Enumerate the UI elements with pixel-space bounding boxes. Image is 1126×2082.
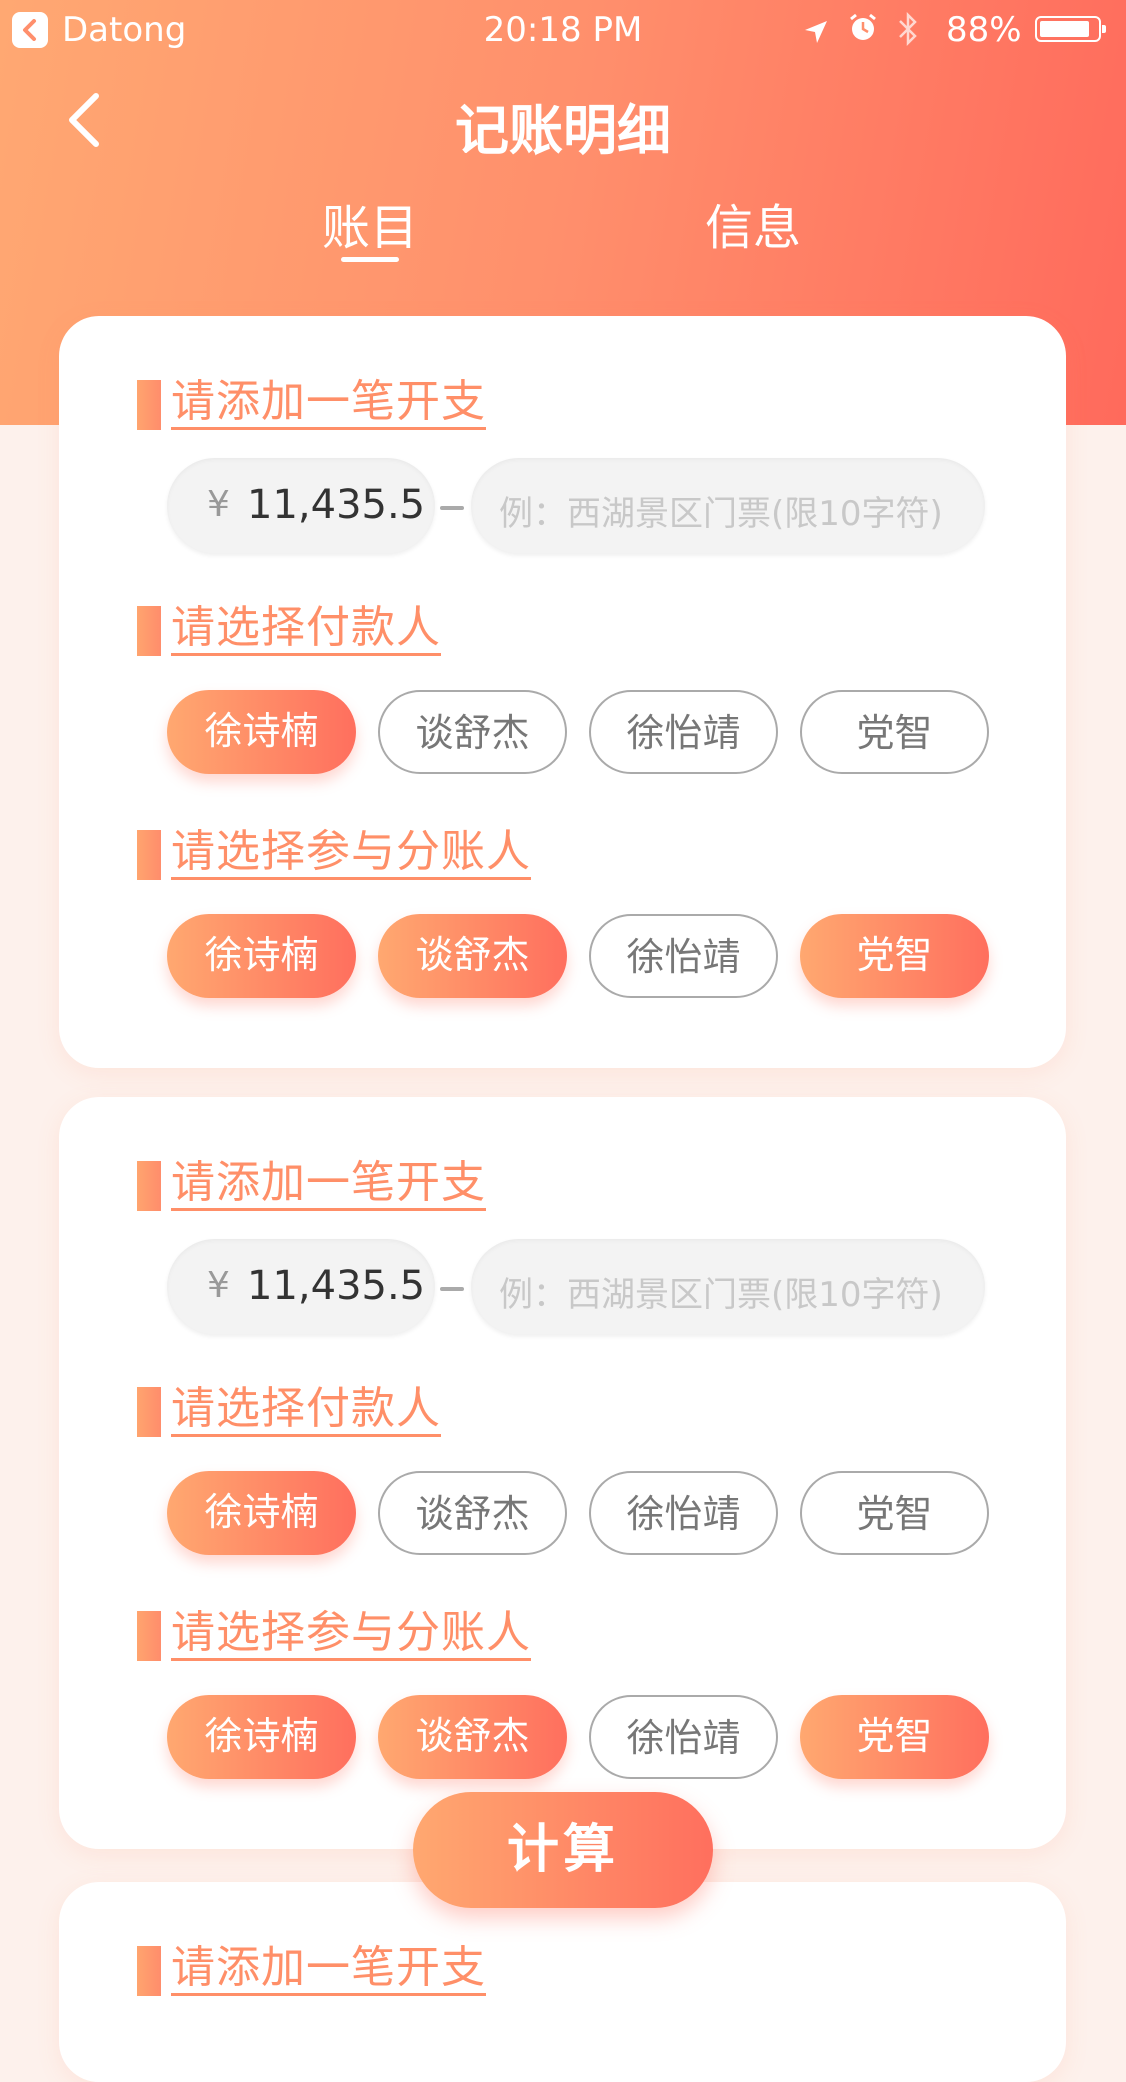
active-tab-indicator	[341, 257, 399, 262]
calculate-button[interactable]: 计算	[413, 1792, 713, 1908]
payer-chip[interactable]: 徐诗楠	[167, 1471, 356, 1555]
currency-symbol: ¥	[207, 1265, 230, 1306]
participant-chip[interactable]: 徐诗楠	[167, 1695, 356, 1779]
description-input[interactable]: 例：西湖景区门票(限10字符)	[471, 1239, 985, 1335]
alarm-clock-icon	[848, 12, 878, 53]
participant-chip[interactable]: 党智	[800, 1695, 989, 1779]
tab-info[interactable]: 信息	[703, 188, 803, 258]
description-placeholder: 例：西湖景区门票(限10字符)	[499, 1275, 943, 1315]
payer-chip[interactable]: 徐怡靖	[589, 1471, 778, 1555]
payer-chip[interactable]: 谈舒杰	[378, 1471, 567, 1555]
amount-input[interactable]: ¥ 11,435.5	[167, 458, 435, 554]
battery-percent: 88%	[946, 10, 1022, 50]
description-placeholder: 例：西湖景区门票(限10字符)	[499, 494, 943, 534]
description-input[interactable]: 例：西湖景区门票(限10字符)	[471, 458, 985, 554]
participant-chip[interactable]: 党智	[800, 914, 989, 998]
page-title: 记账明细	[455, 99, 671, 162]
participant-chip[interactable]: 徐诗楠	[167, 914, 356, 998]
payer-chip[interactable]: 党智	[800, 690, 989, 774]
separator-dash	[440, 506, 464, 510]
payer-chip[interactable]: 徐怡靖	[589, 690, 778, 774]
payer-chip[interactable]: 徐诗楠	[167, 690, 356, 774]
participant-chip[interactable]: 徐怡靖	[589, 1695, 778, 1779]
payer-chip[interactable]: 谈舒杰	[378, 690, 567, 774]
expense-card: 请添加一笔开支 ¥ 11,435.5 例：西湖景区门票(限10字符) 请选择付款…	[59, 316, 1066, 1068]
battery-icon	[1035, 16, 1106, 42]
payer-chip[interactable]: 党智	[800, 1471, 989, 1555]
bluetooth-icon	[897, 11, 919, 55]
amount-input[interactable]: ¥ 11,435.5	[167, 1239, 435, 1335]
currency-symbol: ¥	[207, 484, 230, 525]
amount-value: 11,435.5	[247, 482, 426, 528]
location-arrow-icon	[803, 14, 829, 54]
participant-chip[interactable]: 谈舒杰	[378, 1695, 567, 1779]
status-bar: Datong 20:18 PM 88%	[0, 0, 1126, 60]
expense-card: 请添加一笔开支	[59, 1882, 1066, 2082]
participant-chip[interactable]: 谈舒杰	[378, 914, 567, 998]
amount-value: 11,435.5	[247, 1263, 426, 1309]
expense-card: 请添加一笔开支 ¥ 11,435.5 例：西湖景区门票(限10字符) 请选择付款…	[59, 1097, 1066, 1849]
participant-chip[interactable]: 徐怡靖	[589, 914, 778, 998]
battery-fill	[1040, 21, 1089, 37]
separator-dash	[440, 1287, 464, 1291]
tab-ledger[interactable]: 账目	[320, 188, 420, 258]
